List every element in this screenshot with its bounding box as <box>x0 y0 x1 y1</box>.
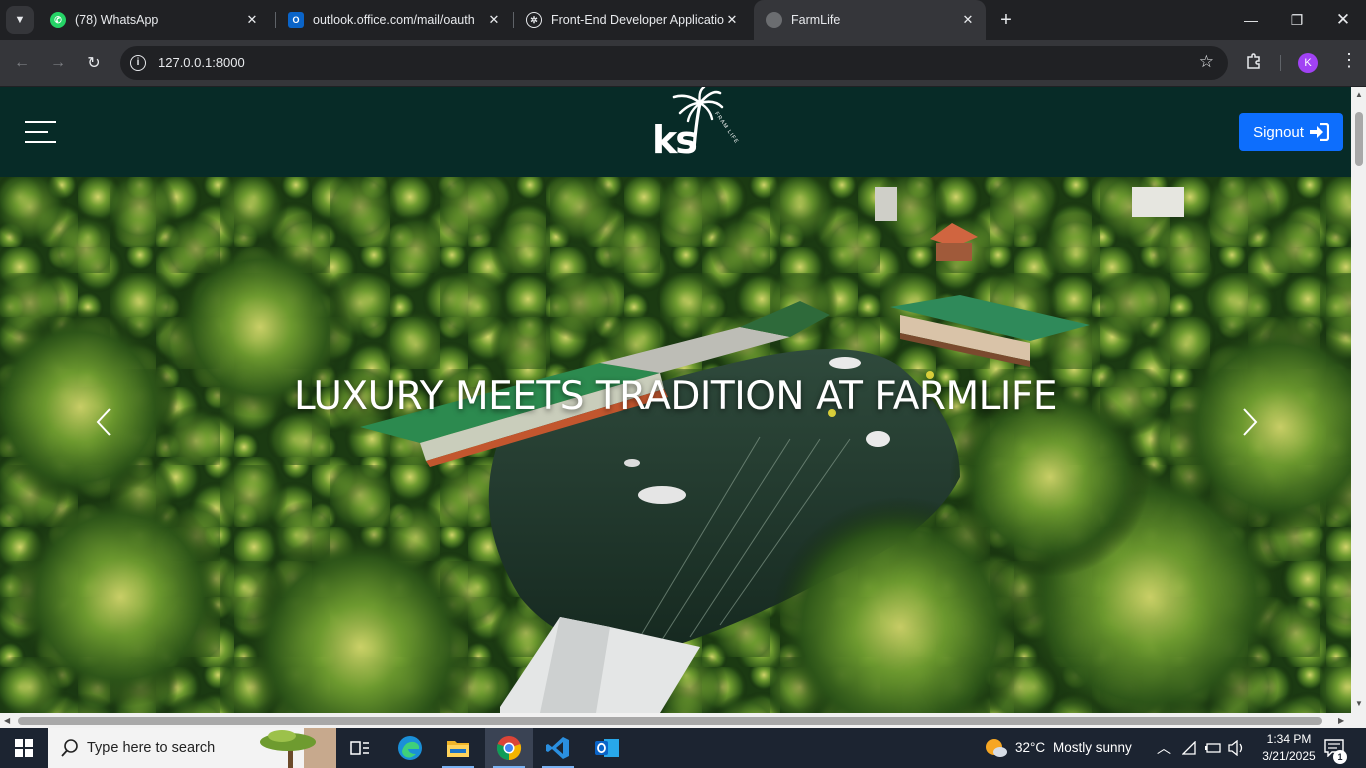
logo-text: ks <box>652 118 698 162</box>
horizontal-scrollbar[interactable]: ◀ ▶ <box>0 713 1366 728</box>
windows-taskbar: Type here to search 32°C Mostly sunny ︿ <box>0 728 1366 768</box>
search-icon <box>60 738 80 758</box>
vscode-icon[interactable] <box>534 728 582 768</box>
scroll-left-icon[interactable]: ◀ <box>4 716 10 725</box>
outlook-app-icon[interactable] <box>583 728 631 768</box>
globe-icon <box>766 12 782 28</box>
taskbar-search-box[interactable]: Type here to search <box>48 728 336 768</box>
scroll-up-icon[interactable]: ▲ <box>1355 90 1363 99</box>
site-header: ks FRAM LIFE Signout <box>0 87 1351 177</box>
minimize-icon[interactable]: — <box>1228 0 1274 40</box>
show-hidden-icons-chevron-icon[interactable]: ︿ <box>1157 738 1171 758</box>
battery-icon[interactable] <box>1204 741 1222 755</box>
signout-label: Signout <box>1253 123 1304 141</box>
address-bar[interactable]: i 127.0.0.1:8000 ☆ <box>120 46 1228 80</box>
task-view-icon[interactable] <box>336 728 384 768</box>
weather-sunny-icon[interactable] <box>984 737 1008 759</box>
hamburger-menu-icon[interactable] <box>25 121 56 143</box>
scroll-right-icon[interactable]: ▶ <box>1338 716 1344 725</box>
windows-start-icon[interactable] <box>0 728 48 768</box>
site-info-icon[interactable]: i <box>130 55 146 71</box>
new-tab-icon[interactable]: + <box>996 10 1016 30</box>
vertical-scrollbar[interactable]: ▲ ▼ <box>1351 87 1366 713</box>
site-logo[interactable]: ks FRAM LIFE <box>648 87 754 161</box>
hero-title: LUXURY MEETS TRADITION AT FARMLIFE <box>294 374 1057 419</box>
url-text[interactable]: 127.0.0.1:8000 <box>158 55 245 70</box>
close-tab-icon[interactable]: ✕ <box>486 12 502 28</box>
notification-count-badge: 1 <box>1333 750 1347 764</box>
scroll-down-icon[interactable]: ▼ <box>1355 699 1363 708</box>
carousel-next-icon[interactable] <box>1238 405 1262 439</box>
file-explorer-icon[interactable] <box>434 728 482 768</box>
tab-search-button[interactable]: ▼ <box>6 6 34 34</box>
network-icon[interactable] <box>1182 741 1198 755</box>
tab-whatsapp[interactable]: ✆ (78) WhatsApp ✕ <box>38 0 270 40</box>
close-tab-icon[interactable]: ✕ <box>244 12 260 28</box>
edge-icon[interactable] <box>386 728 434 768</box>
bookmark-star-icon[interactable]: ☆ <box>1199 52 1214 72</box>
tab-outlook[interactable]: O outlook.office.com/mail/oauth ✕ <box>276 0 512 40</box>
tab-farmlife[interactable]: FarmLife ✕ <box>754 0 986 40</box>
weather-description[interactable]: Mostly sunny <box>1053 740 1132 755</box>
forward-icon[interactable]: → <box>44 49 72 77</box>
reload-icon[interactable]: ↻ <box>80 49 108 77</box>
restore-icon[interactable]: ❐ <box>1274 0 1320 40</box>
close-tab-icon[interactable]: ✕ <box>960 12 976 28</box>
vertical-scroll-thumb[interactable] <box>1355 112 1363 166</box>
hero-carousel: LUXURY MEETS TRADITION AT FARMLIFE <box>0 177 1351 713</box>
hero-image <box>0 177 1351 713</box>
tab-title: outlook.office.com/mail/oauth <box>313 13 475 27</box>
back-icon[interactable]: ← <box>8 49 36 77</box>
signout-button[interactable]: Signout <box>1239 113 1343 151</box>
search-placeholder: Type here to search <box>87 740 216 756</box>
tab-title: Front-End Developer Application <box>551 13 724 27</box>
chatgpt-icon: ✲ <box>526 12 542 28</box>
page-viewport: ks FRAM LIFE Signout LUXURY MEETS TRADIT… <box>0 87 1351 713</box>
close-window-icon[interactable]: ✕ <box>1320 0 1366 40</box>
horizontal-scroll-thumb[interactable] <box>18 717 1322 725</box>
search-highlight-tree-icon <box>260 728 336 768</box>
chrome-icon[interactable] <box>485 728 533 768</box>
more-menu-icon[interactable]: ⋮ <box>1340 50 1358 71</box>
tab-title: (78) WhatsApp <box>75 13 159 27</box>
extensions-icon[interactable] <box>1245 52 1263 75</box>
clock-date: 3/21/2025 <box>1262 749 1316 763</box>
browser-toolbar: ← → ↻ i 127.0.0.1:8000 ☆ ⋮ <box>0 40 1366 86</box>
profile-avatar[interactable]: K <box>1298 53 1318 73</box>
toolbar-divider <box>1280 55 1281 71</box>
whatsapp-icon: ✆ <box>50 12 66 28</box>
browser-tab-strip: ▼ ✆ (78) WhatsApp ✕ O outlook.office.com… <box>0 0 1366 40</box>
clock-time: 1:34 PM <box>1266 732 1312 746</box>
tab-title: FarmLife <box>791 13 841 27</box>
sign-in-arrow-icon <box>1309 123 1329 141</box>
outlook-icon: O <box>288 12 304 28</box>
system-clock[interactable]: 1:34 PM 3/21/2025 <box>1256 731 1322 765</box>
close-tab-icon[interactable]: ✕ <box>724 12 740 28</box>
weather-temp[interactable]: 32°C <box>1015 740 1045 755</box>
carousel-prev-icon[interactable] <box>92 405 116 439</box>
volume-icon[interactable] <box>1228 740 1246 756</box>
tab-front-end-application[interactable]: ✲ Front-End Developer Application ✕ <box>514 0 750 40</box>
